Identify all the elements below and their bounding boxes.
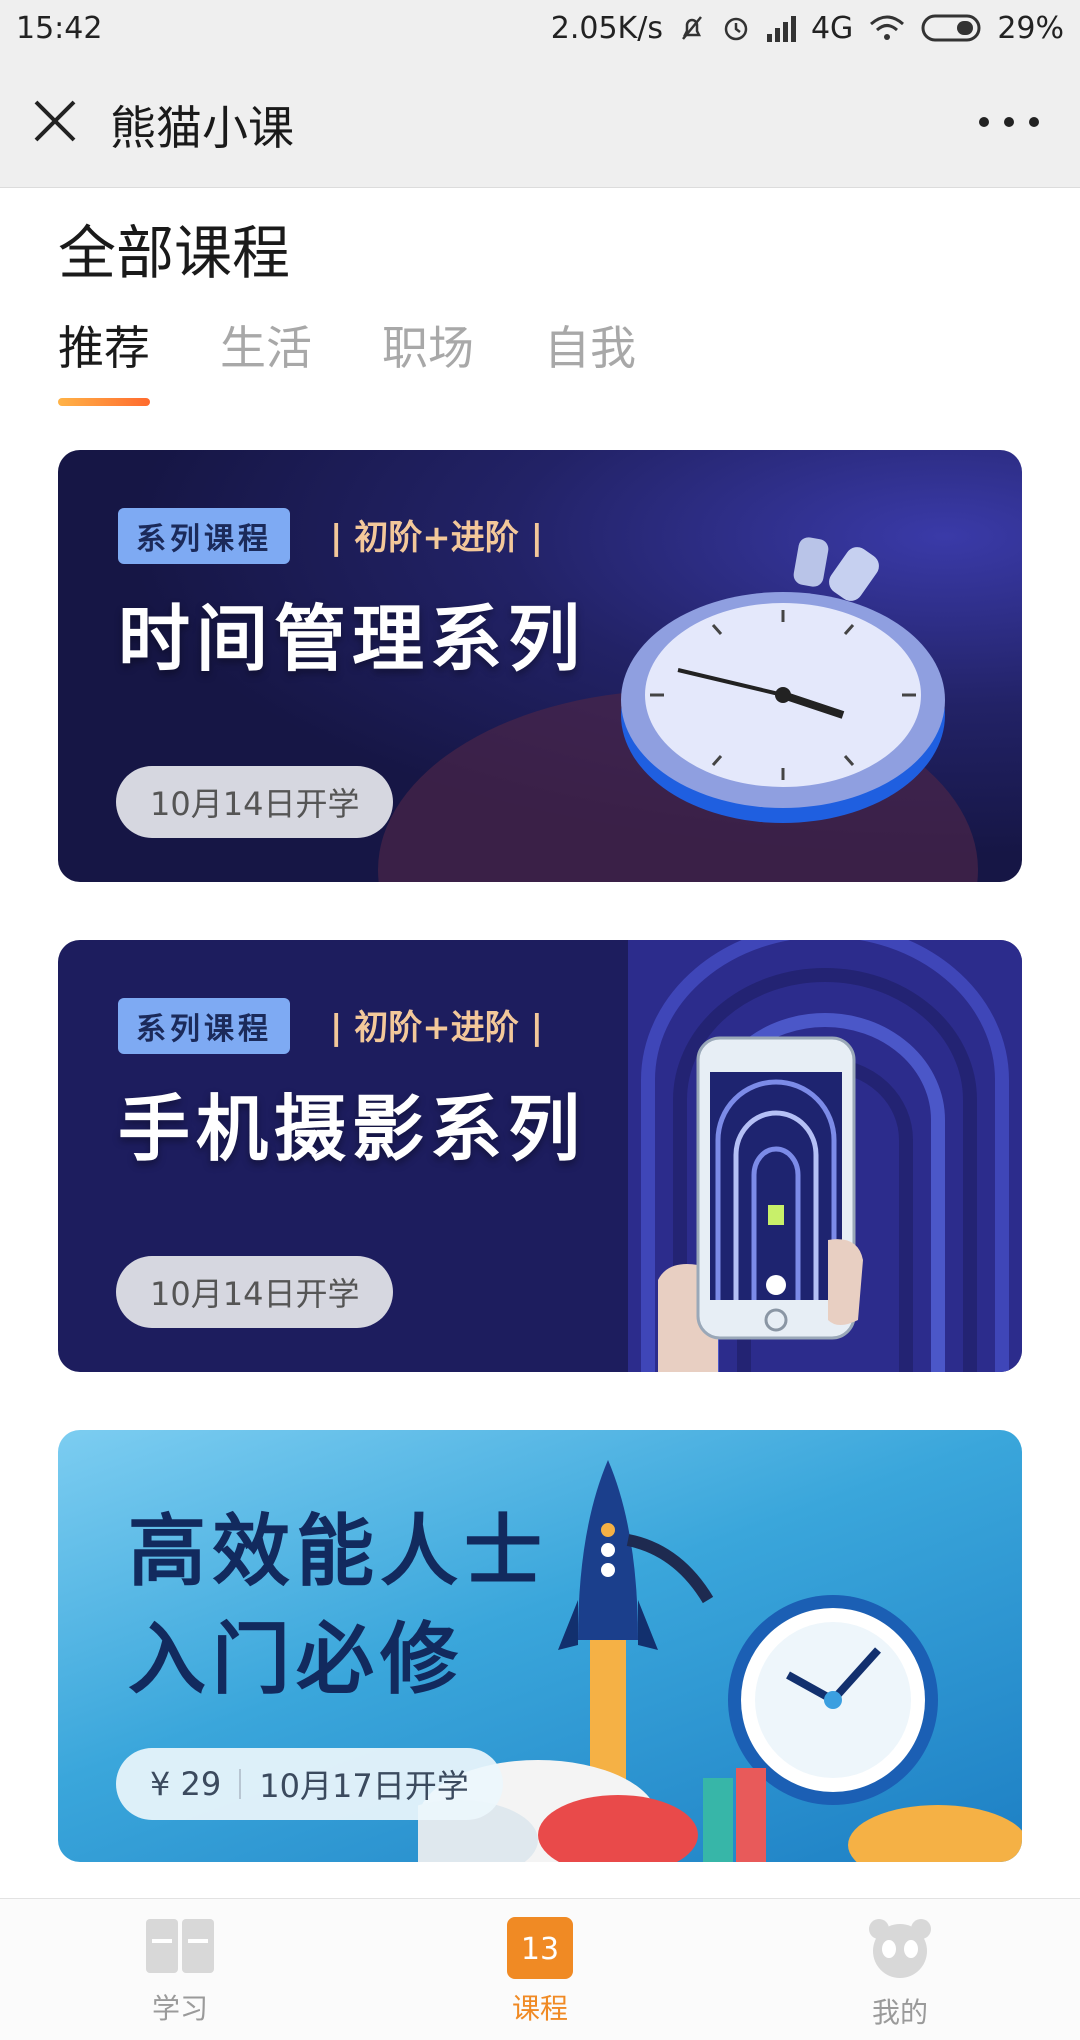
course-price: ¥ 29 — [150, 1765, 222, 1803]
course-title: 手机摄影系列 — [118, 1087, 587, 1171]
stopwatch-illustration — [621, 537, 945, 823]
more-options-icon[interactable] — [974, 112, 1044, 132]
course-title: 高效能人士 入门必修 — [128, 1498, 548, 1714]
course-card-effective-people[interactable]: 高效能人士 入门必修 ¥ 29 10月17日开学 — [58, 1430, 1022, 1862]
status-icons: 2.05K/s 4G 29% — [551, 11, 1064, 46]
tab-workplace[interactable]: 职场 — [382, 312, 474, 406]
nav-bar: 熊猫小课 — [0, 56, 1080, 188]
start-date: 10月17日开学 — [259, 1767, 469, 1805]
phone-photo-illustration — [658, 1036, 863, 1372]
level-label: | 初阶+进阶 | — [330, 518, 543, 558]
course-card-phone-photography[interactable]: 系列课程 | 初阶+进阶 | 手机摄影系列 10月14日开学 — [58, 940, 1022, 1372]
course-card-time-management[interactable]: 系列课程 | 初阶+进阶 | 时间管理系列 10月14日开学 — [58, 450, 1022, 882]
wifi-icon — [870, 15, 905, 40]
calendar-icon: 13 — [507, 1917, 573, 1979]
series-badge: 系列课程 — [118, 998, 290, 1054]
bottom-nav-courses[interactable]: 13 课程 — [480, 1917, 600, 2027]
price-date-pill: ¥ 29 10月17日开学 — [116, 1748, 503, 1820]
bottom-nav: 学习 13 课程 我的 — [0, 1898, 1080, 2040]
net-speed: 2.05K/s — [550, 10, 663, 46]
battery-level: 29% — [997, 10, 1064, 46]
tab-life[interactable]: 生活 — [220, 312, 312, 406]
category-tabs: 推荐 生活 职场 自我 — [58, 312, 636, 406]
series-badge: 系列课程 — [118, 508, 290, 564]
signal-icon — [766, 16, 796, 42]
page-title: 全部课程 — [58, 219, 291, 287]
panda-icon — [869, 1919, 931, 1978]
book-icon — [146, 1919, 214, 1973]
close-icon[interactable] — [30, 96, 80, 146]
tab-self[interactable]: 自我 — [544, 312, 636, 406]
level-label: | 初阶+进阶 | — [330, 1008, 543, 1048]
tab-recommended[interactable]: 推荐 — [58, 312, 150, 406]
course-title: 时间管理系列 — [118, 597, 587, 681]
status-time: 15:42 — [16, 10, 103, 46]
bottom-nav-study[interactable]: 学习 — [120, 1917, 240, 2027]
status-bar: 15:42 2.05K/s 4G 29% — [0, 0, 1080, 56]
battery-icon — [921, 14, 981, 42]
mute-bell-icon — [682, 16, 702, 40]
bottom-nav-label: 我的 — [871, 1996, 928, 2029]
bottom-nav-label: 学习 — [151, 1992, 208, 2025]
bottom-nav-label: 课程 — [511, 1992, 568, 2025]
network-type: 4G — [810, 10, 854, 46]
start-date-pill: 10月14日开学 — [116, 766, 394, 838]
start-date-pill: 10月14日开学 — [116, 1256, 394, 1328]
nav-title: 熊猫小课 — [110, 101, 294, 155]
divider — [239, 1769, 242, 1799]
calendar-day: 13 — [520, 1932, 560, 1967]
alarm-icon — [724, 17, 748, 41]
bottom-nav-me[interactable]: 我的 — [840, 1917, 960, 2031]
course-title-line-2: 入门必修 — [128, 1615, 465, 1705]
course-title-line-1: 高效能人士 — [128, 1507, 549, 1597]
